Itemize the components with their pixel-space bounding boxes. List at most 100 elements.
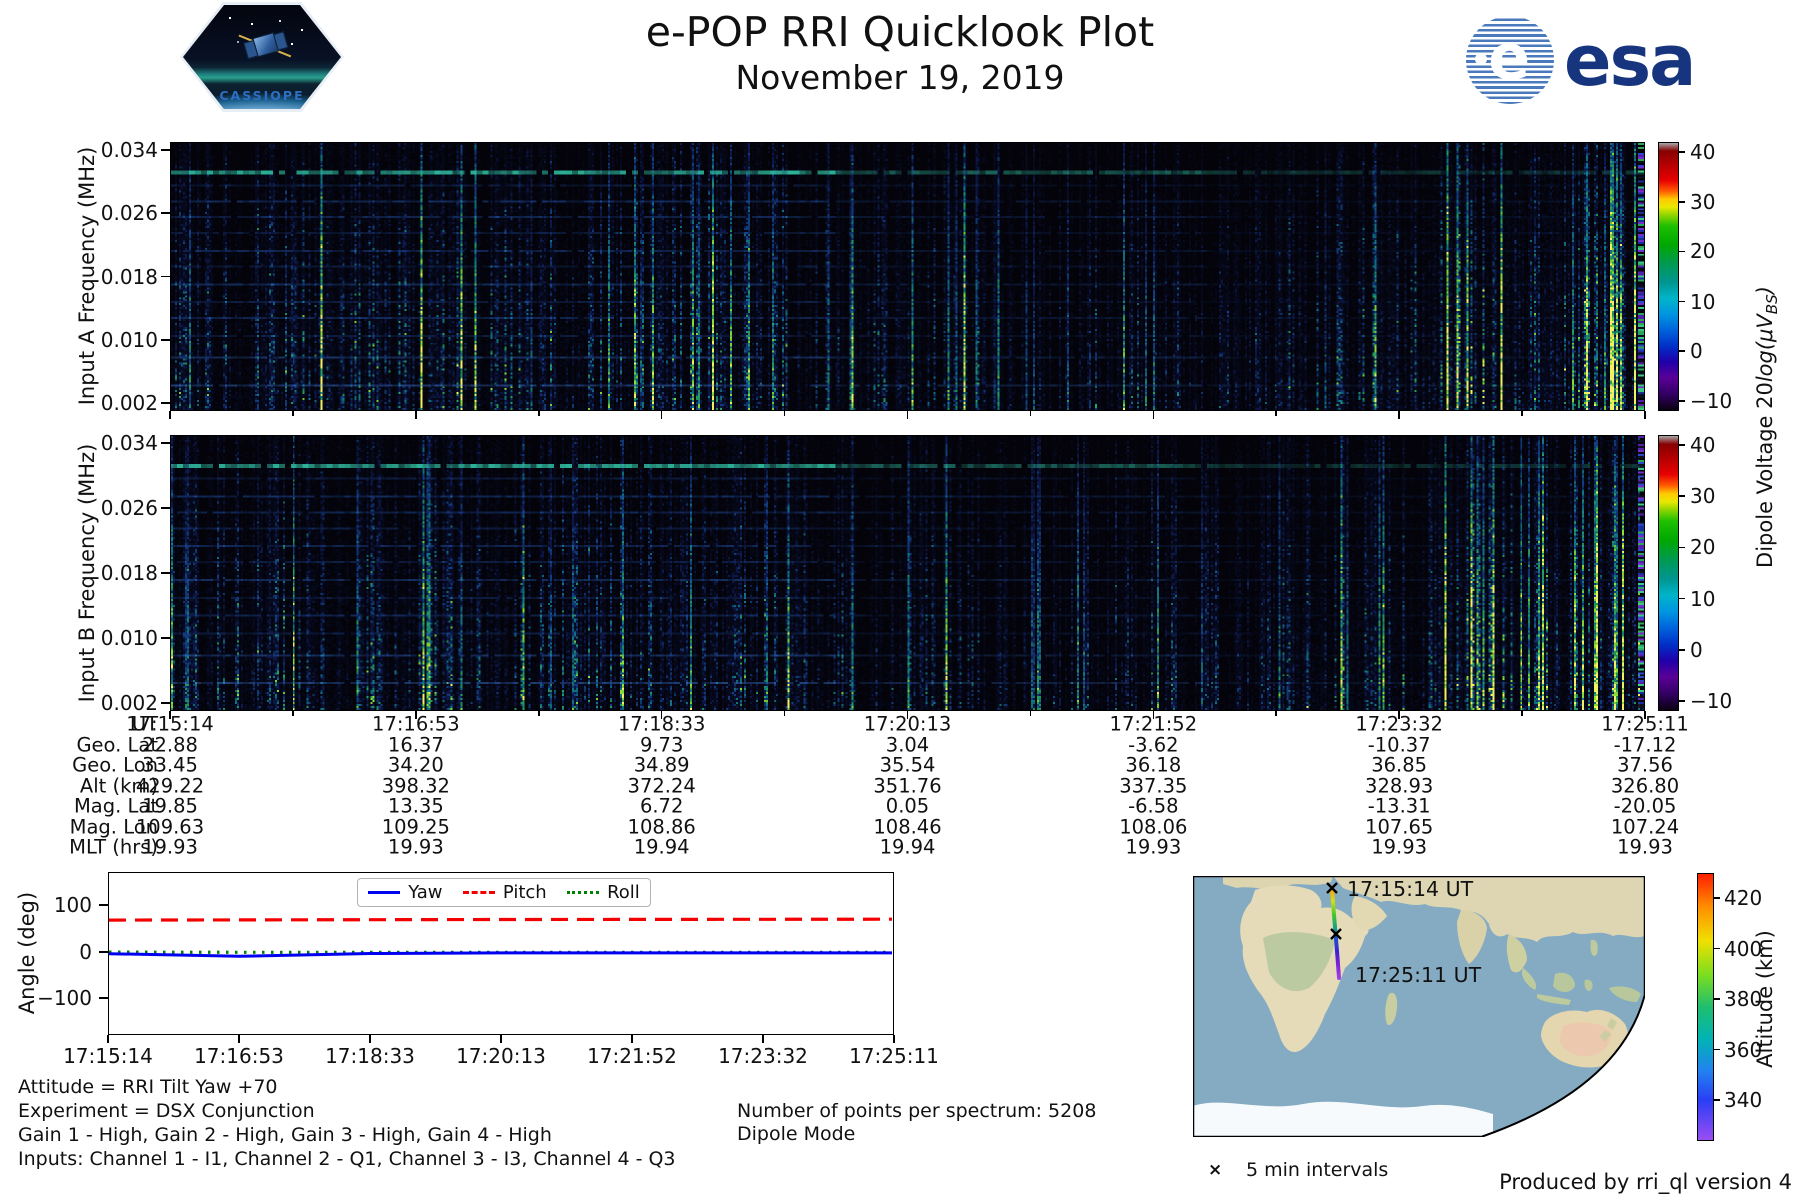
pitch-line-sample — [462, 891, 495, 894]
colorbar-tick-label: 40 — [1690, 139, 1716, 164]
freq-tick-mark — [161, 507, 170, 509]
freq-tick-label: 0.018 — [100, 561, 158, 585]
colorbar-tick-label: 40 — [1690, 433, 1716, 458]
angle-xtick-mark — [762, 1035, 764, 1043]
track-end-label: 17:25:11 UT — [1355, 963, 1482, 987]
angle-ytick-mark — [99, 997, 108, 999]
angle-xtick-label: 17:18:33 — [325, 1044, 415, 1068]
ephemeris-cell: 19.93 — [1371, 835, 1428, 859]
time-minor-tick-mark — [1521, 411, 1523, 416]
time-minor-tick-mark — [783, 711, 786, 716]
annotation-gains: Gain 1 - High, Gain 2 - High, Gain 3 - H… — [18, 1124, 552, 1146]
colorbar-tick-label: 10 — [1690, 289, 1716, 314]
ephemeris-cell: 19.93 — [142, 835, 198, 859]
colorbar-tick-mark — [1679, 546, 1685, 549]
annotation-experiment: Experiment = DSX Conjunction — [18, 1100, 315, 1122]
interval-legend-label: 5 min intervals — [1246, 1159, 1389, 1181]
angle-ytick-label: 0 — [79, 940, 92, 964]
angle-ytick-label: −100 — [37, 986, 92, 1010]
freq-tick-mark — [161, 149, 170, 151]
altitude-tick-label: 360 — [1724, 1037, 1763, 1062]
annotation-inputs: Inputs: Channel 1 - I1, Channel 2 - Q1, … — [18, 1148, 676, 1170]
legend-entry-roll: Roll — [567, 882, 640, 903]
figure-root: CASSIOPE e-POP RRI Quicklook Plot Novemb… — [0, 0, 1800, 1200]
voltage-colorbar-b — [1658, 435, 1679, 711]
colorbar-tick-mark — [1679, 250, 1685, 253]
freq-tick-mark — [161, 572, 170, 574]
freq-tick-label: 0.002 — [100, 391, 158, 416]
time-minor-tick-mark — [1029, 711, 1032, 716]
colorbar-tick-mark — [1679, 300, 1685, 303]
freq-tick-mark — [161, 637, 170, 639]
angle-xtick-label: 17:16:53 — [194, 1044, 284, 1068]
freq-tick-mark — [161, 442, 170, 444]
angle-xtick-label: 17:20:13 — [456, 1044, 546, 1068]
freq-tick-mark — [161, 402, 170, 404]
spectrogram-b-canvas — [171, 436, 1644, 710]
colorbar-tick-label: 10 — [1690, 586, 1716, 611]
angle-xtick-label: 17:15:14 — [63, 1044, 153, 1068]
ephemeris-row-label: MLT (hrs) — [69, 835, 158, 859]
annotation-attitude: Attitude = RRI Tilt Yaw +70 — [18, 1076, 278, 1098]
voltage-colorbar-a — [1658, 142, 1679, 411]
altitude-colorbar — [1697, 873, 1714, 1141]
colorbar-tick-label: 20 — [1690, 239, 1716, 264]
interval-x-marker-glyph: × — [1208, 1160, 1223, 1180]
colorbar-tick-label: −10 — [1690, 389, 1733, 414]
time-minor-tick-mark — [783, 411, 786, 416]
time-tick-mark — [415, 411, 417, 419]
colorbar-tick-mark — [1679, 495, 1685, 498]
altitude-tick-label: 400 — [1724, 936, 1763, 961]
colorbar-tick-label: 30 — [1690, 189, 1716, 214]
time-minor-tick-mark — [1275, 711, 1278, 716]
yaw-line-sample — [368, 891, 401, 894]
annotation-mode: Dipole Mode — [737, 1123, 856, 1145]
colorbar-tick-mark — [1679, 597, 1685, 600]
track-start-label: 17:15:14 UT — [1347, 877, 1474, 901]
freq-tick-mark — [161, 702, 170, 704]
time-minor-tick-mark — [1275, 411, 1278, 416]
colorbar-tick-mark — [1679, 699, 1685, 702]
freq-tick-label: 0.010 — [100, 625, 158, 650]
altitude-tick-label: 380 — [1724, 987, 1763, 1011]
freq-tick-label: 0.034 — [100, 431, 158, 456]
freq-tick-label: 0.026 — [100, 496, 158, 521]
ephemeris-cell: 19.93 — [1125, 835, 1182, 859]
altitude-tick-mark — [1714, 998, 1720, 1000]
time-tick-mark — [660, 411, 663, 419]
angle-plot-legend: Yaw Pitch Roll — [357, 878, 651, 907]
angle-xtick-label: 17:23:32 — [718, 1044, 808, 1068]
altitude-tick-mark — [1714, 947, 1720, 950]
ephemeris-cell: 19.94 — [879, 835, 936, 859]
freq-tick-label: 0.026 — [100, 201, 158, 226]
esa-globe-icon: e — [1466, 16, 1554, 104]
freq-tick-label: 0.002 — [100, 690, 158, 715]
angle-ytick-mark — [99, 951, 108, 953]
time-tick-mark — [906, 411, 909, 419]
angle-xtick-mark — [631, 1035, 633, 1043]
time-tick-mark — [1152, 411, 1155, 419]
colorbar-tick-mark — [1679, 400, 1685, 402]
freq-tick-mark — [161, 212, 170, 214]
colorbar-tick-label: 0 — [1690, 637, 1703, 662]
angle-xtick-label: 17:21:52 — [587, 1044, 677, 1068]
roll-line-sample — [567, 891, 600, 894]
colorbar-tick-label: −10 — [1690, 688, 1733, 713]
esa-wordmark: esa — [1564, 20, 1696, 102]
colorbar-tick-label: 30 — [1690, 484, 1716, 509]
freq-tick-label: 0.010 — [100, 327, 158, 352]
angle-xtick-mark — [893, 1035, 895, 1043]
ephemeris-cell: 19.93 — [387, 835, 444, 859]
annotation-points: Number of points per spectrum: 5208 — [737, 1100, 1097, 1122]
angle-xtick-label: 17:25:11 — [849, 1044, 939, 1068]
altitude-tick-mark — [1714, 897, 1720, 899]
esa-logo: e esa — [1466, 16, 1696, 104]
angle-xtick-mark — [107, 1035, 109, 1043]
altitude-tick-label: 340 — [1724, 1088, 1763, 1112]
colorbar-tick-label: 0 — [1690, 339, 1703, 364]
time-minor-tick-mark — [1029, 411, 1032, 416]
angle-xtick-mark — [369, 1035, 371, 1043]
time-minor-tick-mark — [292, 411, 294, 416]
freq-tick-label: 0.034 — [100, 137, 158, 162]
time-minor-tick-mark — [537, 711, 540, 716]
